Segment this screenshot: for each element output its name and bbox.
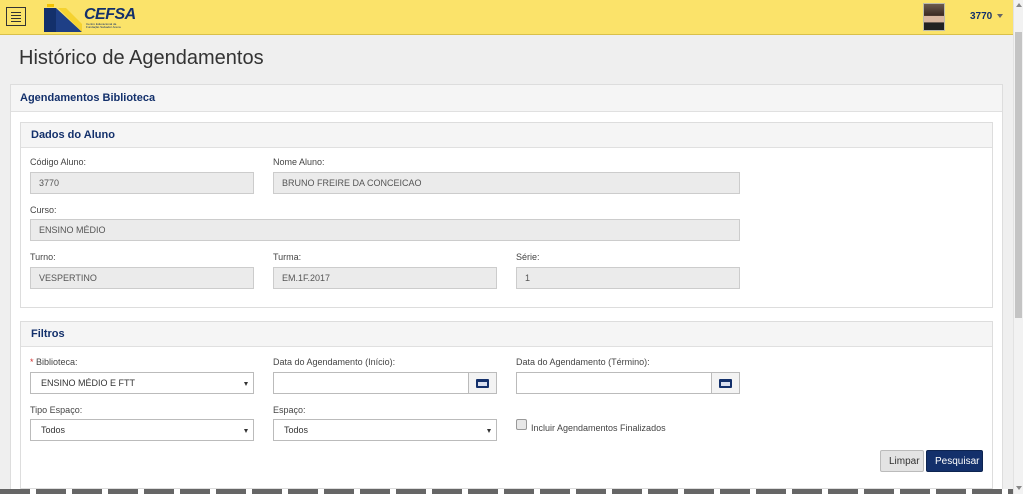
end-date-calendar-button[interactable] xyxy=(711,372,740,394)
library-select-value: ENSINO MÉDIO E FTT xyxy=(41,378,136,388)
student-name-label: Nome Aluno: xyxy=(273,157,325,167)
logo-mark-icon xyxy=(44,4,82,32)
filters-panel-title: Filtros xyxy=(21,322,992,347)
menu-line xyxy=(11,15,21,16)
library-label: * Biblioteca: xyxy=(30,357,78,367)
library-select[interactable]: ENSINO MÉDIO E FTT xyxy=(30,372,254,394)
grade-label: Série: xyxy=(516,252,540,262)
clear-button[interactable]: Limpar xyxy=(880,450,924,472)
vertical-scrollbar[interactable] xyxy=(1013,0,1023,494)
space-label: Espaço: xyxy=(273,405,306,415)
required-mark: * xyxy=(30,357,34,367)
include-finished-checkbox[interactable] xyxy=(516,419,527,430)
class-field: EM.1F.2017 xyxy=(273,267,497,289)
section-title: Agendamentos Biblioteca xyxy=(11,85,1002,112)
space-type-select[interactable]: Todos xyxy=(30,419,254,441)
course-label: Curso: xyxy=(30,205,57,215)
class-label: Turma: xyxy=(273,252,302,262)
chevron-down-icon xyxy=(244,382,248,386)
grade-field: 1 xyxy=(516,267,740,289)
student-panel-title: Dados do Aluno xyxy=(21,123,992,148)
student-name-field: BRUNO FREIRE DA CONCEICAO xyxy=(273,172,740,194)
chevron-down-icon xyxy=(487,429,491,433)
scroll-up-arrow-icon[interactable] xyxy=(1016,3,1022,7)
cefsa-logo[interactable]: CEFSA Centro Educacional da Fundação Sal… xyxy=(44,4,136,32)
chevron-down-icon xyxy=(244,429,248,433)
course-field: ENSINO MÉDIO xyxy=(30,219,740,241)
shift-field: VESPERTINO xyxy=(30,267,254,289)
start-date-label: Data do Agendamento (Início): xyxy=(273,357,396,367)
filters-panel: Filtros xyxy=(20,321,993,489)
calendar-icon xyxy=(719,379,732,388)
space-type-label: Tipo Espaço: xyxy=(30,405,83,415)
taskbar-strip xyxy=(0,489,1013,494)
user-code[interactable]: 3770 xyxy=(970,11,992,22)
menu-line xyxy=(11,12,21,13)
student-code-field: 3770 xyxy=(30,172,254,194)
menu-line xyxy=(11,18,21,19)
scroll-thumb[interactable] xyxy=(1015,32,1022,318)
page-title: Histórico de Agendamentos xyxy=(19,47,264,69)
start-date-calendar-button[interactable] xyxy=(468,372,497,394)
scroll-down-arrow-icon[interactable] xyxy=(1016,486,1022,490)
library-label-text: Biblioteca: xyxy=(36,357,78,367)
calendar-icon xyxy=(476,379,489,388)
space-type-select-value: Todos xyxy=(41,425,66,435)
top-header: CEFSA Centro Educacional da Fundação Sal… xyxy=(0,0,1013,35)
chevron-down-icon[interactable] xyxy=(997,14,1003,18)
end-date-label: Data do Agendamento (Término): xyxy=(516,357,650,367)
shift-label: Turno: xyxy=(30,252,56,262)
end-date-input[interactable] xyxy=(516,372,712,394)
search-button[interactable]: Pesquisar xyxy=(926,450,983,472)
space-select-value: Todos xyxy=(284,425,309,435)
logo-subtitle: Centro Educacional da Fundação Salvador … xyxy=(86,22,121,29)
student-code-label: Código Aluno: xyxy=(30,157,87,167)
user-avatar[interactable] xyxy=(923,3,945,31)
menu-line xyxy=(11,21,21,22)
include-finished-label[interactable]: Incluir Agendamentos Finalizados xyxy=(531,423,666,433)
space-select[interactable]: Todos xyxy=(273,419,497,441)
hamburger-menu-button[interactable] xyxy=(6,7,26,26)
start-date-input[interactable] xyxy=(273,372,469,394)
